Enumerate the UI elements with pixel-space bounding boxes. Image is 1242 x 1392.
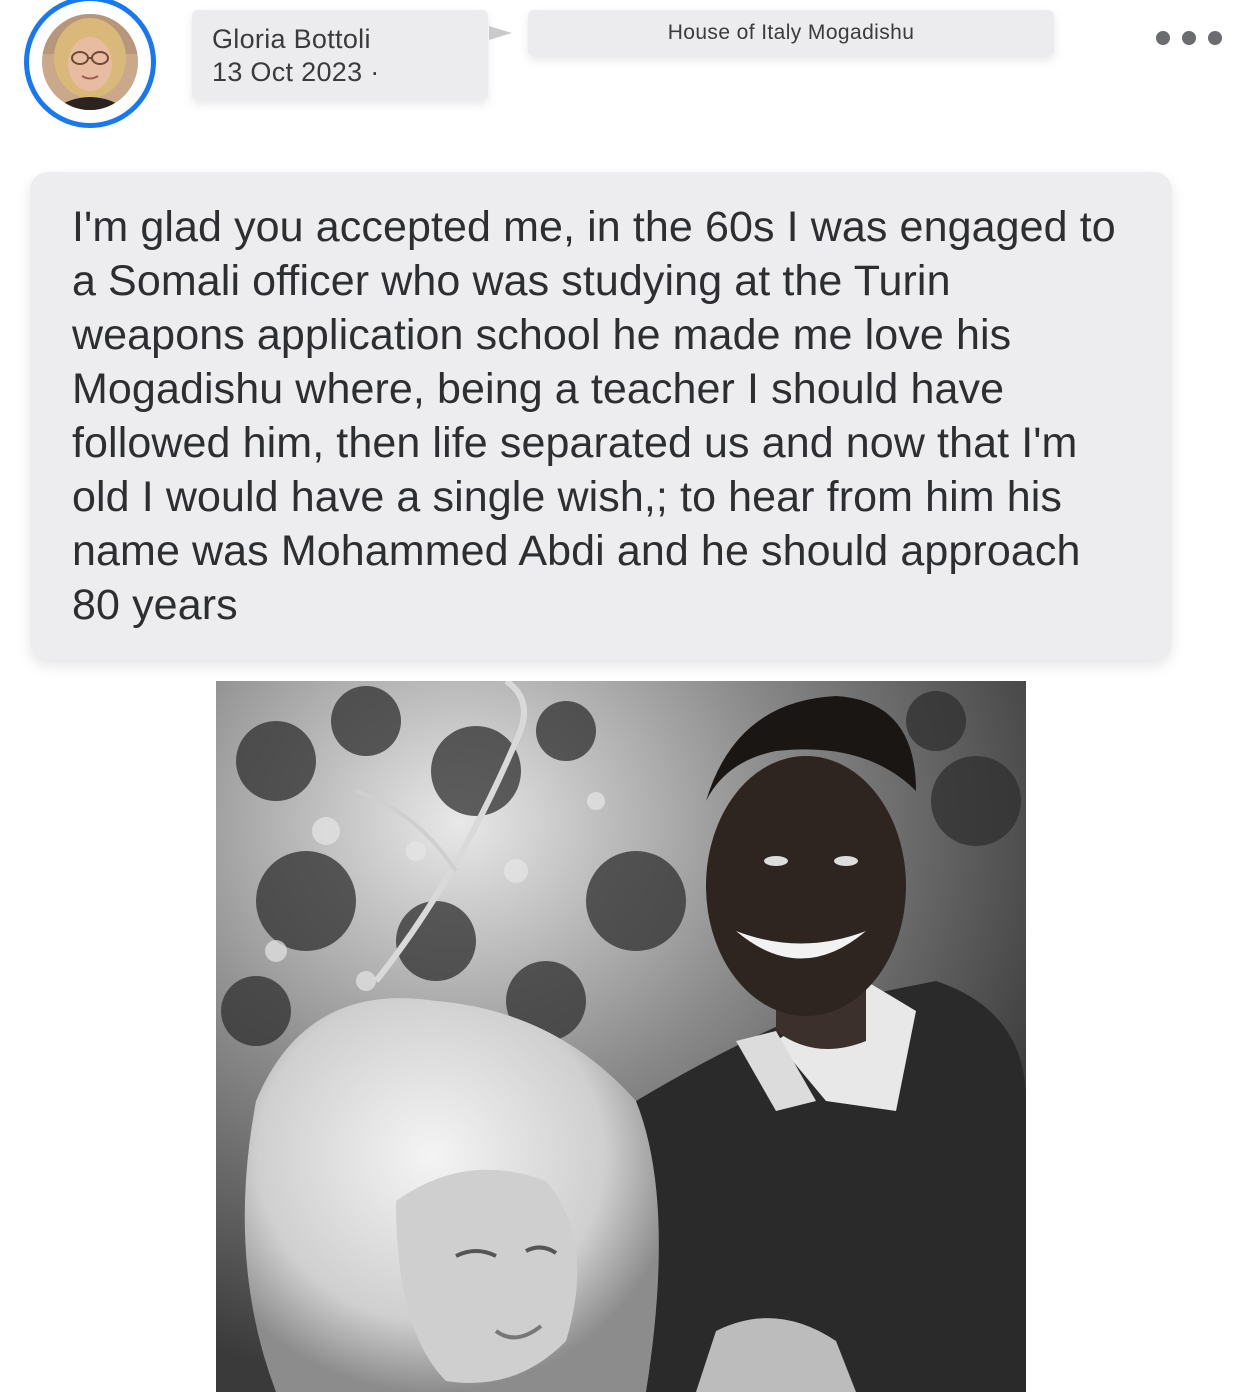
avatar-photo [42, 14, 138, 110]
avatar-story-ring[interactable] [24, 0, 156, 128]
avatar[interactable] [42, 14, 138, 110]
message-card: I'm glad you accepted me, in the 60s I w… [30, 172, 1172, 660]
more-options-button[interactable] [1156, 20, 1222, 56]
author-chip: Gloria Bottoli 13 Oct 2023 · [192, 10, 488, 100]
arrow-right-icon [489, 26, 512, 40]
more-options-icon [1156, 31, 1170, 45]
group-name-link[interactable]: House of Italy Mogadishu [528, 10, 1054, 56]
post: Gloria Bottoli 13 Oct 2023 · House of It… [0, 0, 1242, 1392]
more-options-icon [1182, 31, 1196, 45]
post-photo[interactable] [216, 681, 1026, 1392]
post-date[interactable]: 13 Oct 2023 · [212, 56, 468, 88]
author-name[interactable]: Gloria Bottoli [212, 23, 468, 55]
message-text: I'm glad you accepted me, in the 60s I w… [72, 203, 1116, 629]
post-photo-image [216, 681, 1026, 1392]
more-options-icon [1208, 31, 1222, 45]
